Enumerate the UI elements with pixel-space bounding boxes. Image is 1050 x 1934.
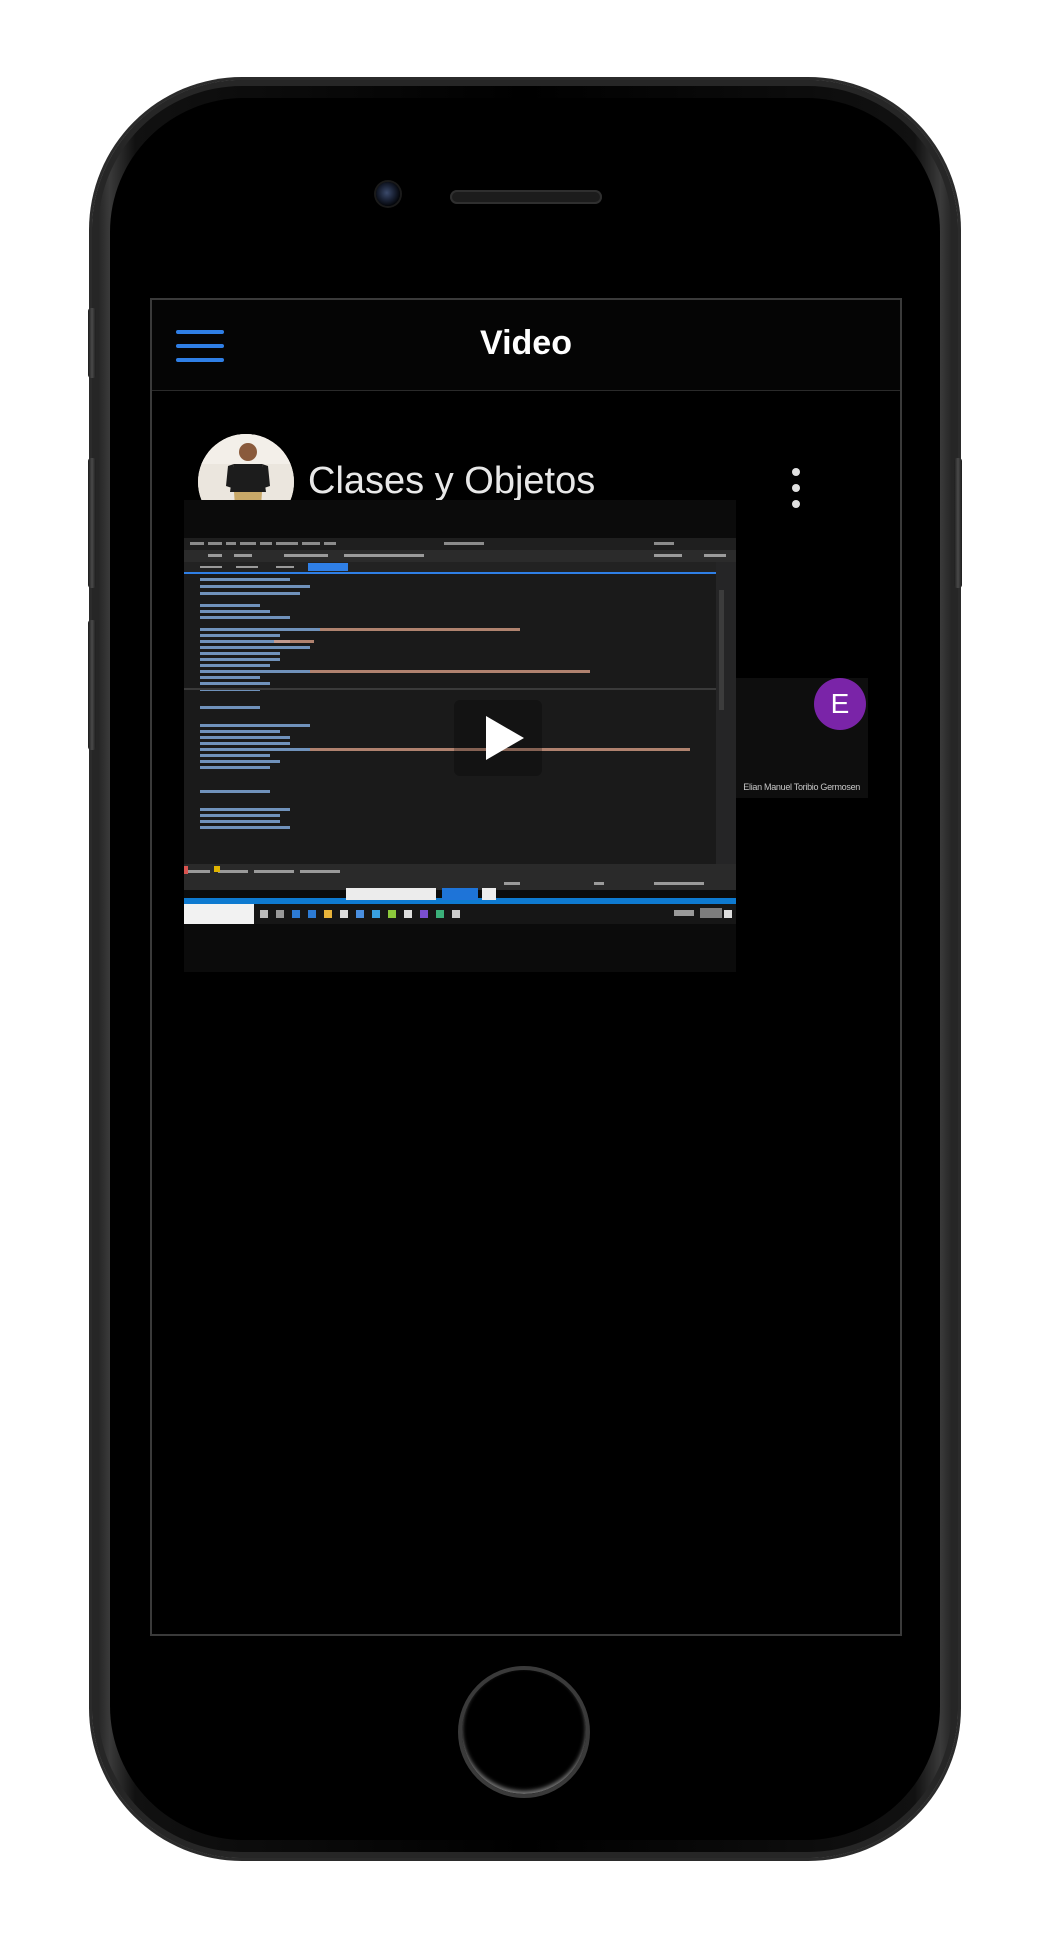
participant-tile[interactable]: E Elian Manuel Toribio Germosen bbox=[736, 678, 868, 798]
app-screen: Video Clases y Objetos E Elian Manuel To… bbox=[150, 298, 902, 1636]
more-vertical-icon[interactable] bbox=[786, 468, 806, 512]
participant-name: Elian Manuel Toribio Germosen bbox=[743, 782, 860, 792]
power-button bbox=[954, 458, 962, 588]
volume-up-button bbox=[88, 458, 96, 588]
video-player[interactable] bbox=[184, 500, 736, 972]
mute-switch bbox=[88, 308, 96, 378]
front-camera bbox=[376, 182, 400, 206]
home-button[interactable] bbox=[458, 1666, 590, 1798]
video-title: Clases y Objetos bbox=[308, 460, 596, 502]
page-title: Video bbox=[480, 324, 572, 362]
top-app-bar: Video bbox=[152, 300, 900, 391]
video-frame bbox=[184, 500, 736, 972]
participant-avatar: E bbox=[814, 678, 866, 730]
earpiece-speaker bbox=[450, 190, 602, 204]
volume-down-button bbox=[88, 620, 96, 750]
